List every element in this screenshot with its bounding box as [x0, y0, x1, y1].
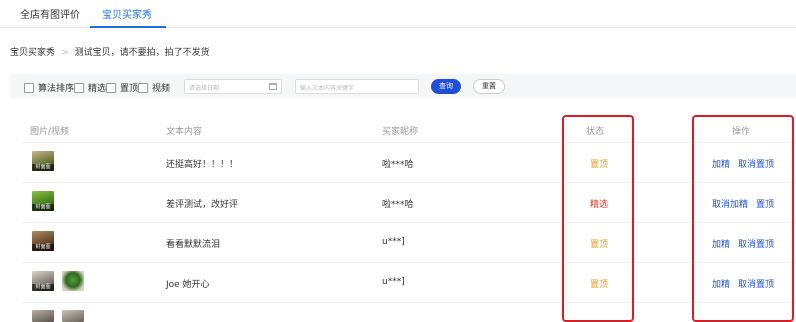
checkbox-icon: [74, 82, 84, 93]
active-tab-indicator: [90, 26, 166, 28]
cover-thumbnail[interactable]: 封面图: [32, 191, 54, 211]
reset-button[interactable]: 重置: [473, 79, 505, 94]
breadcrumb: 宝贝买家秀 > 测试宝贝，请不要拍，拍了不发货: [10, 45, 210, 58]
column-header-text: 文本内容: [166, 127, 203, 137]
buyer-nickname: u***]: [382, 237, 405, 247]
buyer-nickname: 啦***哈: [382, 200, 414, 210]
keyword-search-input[interactable]: 输入文本内容关键字: [295, 79, 419, 94]
date-picker-input[interactable]: 请选择日期: [184, 79, 282, 94]
checkbox-pinned[interactable]: 置顶: [106, 81, 138, 94]
tab-all-photo-reviews[interactable]: 全店有图评价: [20, 6, 80, 21]
buyer-nickname: 啦***哈: [382, 160, 414, 170]
cover-thumbnail[interactable]: 封面图: [32, 231, 54, 251]
checkbox-icon: [24, 82, 34, 93]
breadcrumb-item: 测试宝贝，请不要拍，拍了不发货: [74, 48, 210, 58]
review-text: 差评测试，改好评: [166, 200, 239, 210]
row-divider: [22, 262, 796, 263]
checkbox-featured[interactable]: 精选: [74, 81, 106, 94]
tab-bar: 全店有图评价 宝贝买家秀: [0, 0, 796, 28]
checkbox-icon: [106, 82, 116, 93]
search-button[interactable]: 查询: [431, 79, 461, 94]
review-text: 看看默默流泪: [166, 240, 221, 250]
row-divider: [22, 222, 796, 223]
review-image-thumbnail[interactable]: [62, 310, 84, 322]
cover-thumbnail[interactable]: 封面图: [32, 151, 54, 171]
row-divider: [22, 302, 796, 303]
breadcrumb-root[interactable]: 宝贝买家秀: [10, 48, 55, 58]
calendar-icon: [269, 83, 277, 90]
row-divider: [22, 142, 796, 143]
checkbox-video[interactable]: 视频: [138, 81, 170, 94]
review-image-thumbnail[interactable]: [62, 271, 84, 291]
chevron-right-icon: >: [61, 48, 69, 58]
buyer-nickname: u***]: [382, 277, 405, 287]
column-header-nickname: 买家昵称: [382, 127, 419, 137]
cover-thumbnail[interactable]: [32, 310, 54, 322]
actions-column-highlight: [692, 115, 794, 322]
row-divider: [22, 182, 796, 183]
tab-buyer-show[interactable]: 宝贝买家秀: [102, 6, 152, 21]
checkbox-icon: [138, 82, 148, 93]
status-column-highlight: [562, 115, 634, 322]
review-text: Joe 她开心: [166, 280, 210, 290]
checkbox-algorithm-sort[interactable]: 算法排序: [24, 81, 74, 94]
column-header-media: 图片/视频: [30, 127, 70, 137]
cover-thumbnail[interactable]: 封面图: [32, 271, 54, 291]
review-text: 还挺高好！！！！: [166, 160, 239, 170]
filter-bar: 算法排序 精选 置顶 视频 请选择日期 输入文本内容关键字 查询 重置: [10, 74, 796, 98]
